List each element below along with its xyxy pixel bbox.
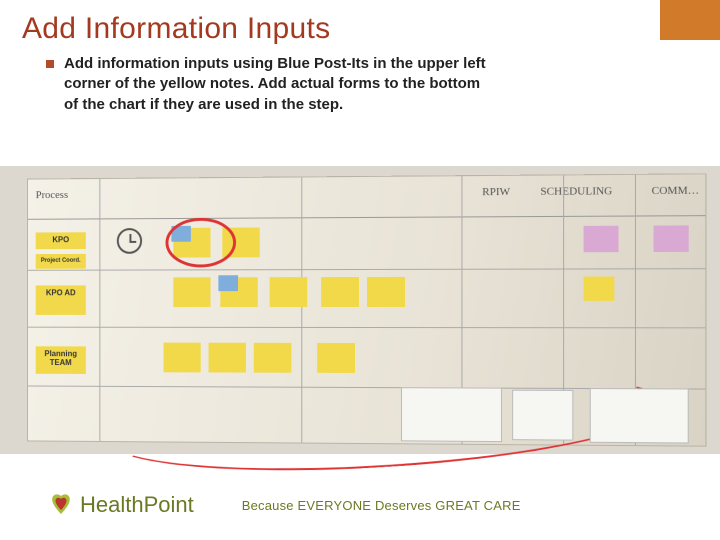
board-header-comm: COMM… <box>652 185 699 198</box>
sticky-note <box>584 277 615 301</box>
sticky-note <box>270 277 308 307</box>
logo-main: Health <box>80 492 144 517</box>
sticky-note <box>164 343 201 373</box>
whiteboard: Process RPIW SCHEDULING COMM… KPO Projec… <box>27 173 706 446</box>
bullet-item: Add information inputs using Blue Post-I… <box>46 54 660 115</box>
leaf-heart-icon <box>48 492 74 518</box>
board-header-rpiw: RPIW <box>482 186 510 198</box>
sticky-note <box>209 343 246 373</box>
pink-note <box>654 225 689 252</box>
board-header-scheduling: SCHEDULING <box>540 185 612 198</box>
red-swoosh-annotation <box>103 358 669 483</box>
sticky-note <box>317 343 355 373</box>
board-header-process: Process <box>36 189 68 201</box>
blue-note <box>218 275 238 291</box>
red-circle-annotation <box>165 218 236 268</box>
row-label-kpo: KPO <box>36 232 86 249</box>
bullet-square-icon <box>46 60 54 68</box>
clock-icon <box>117 228 142 254</box>
whiteboard-photo: Process RPIW SCHEDULING COMM… KPO Projec… <box>0 166 720 454</box>
bullet-list: Add information inputs using Blue Post-I… <box>0 52 720 123</box>
corner-accent <box>660 0 720 40</box>
tagline: Because EVERYONE Deserves GREAT CARE <box>242 498 521 513</box>
form-sheet <box>590 388 689 443</box>
sticky-note <box>254 343 292 373</box>
footer: HealthPoint Because EVERYONE Deserves GR… <box>0 470 720 540</box>
bullet-text: Add information inputs using Blue Post-I… <box>64 54 494 115</box>
pink-note <box>584 226 619 253</box>
sticky-note <box>367 277 405 307</box>
logo: HealthPoint <box>48 492 194 518</box>
row-label-kpo-sub: Project Coord. <box>36 254 86 268</box>
row-label-kpo-ad: KPO AD <box>36 285 86 315</box>
sticky-note <box>321 277 359 307</box>
sticky-note <box>173 277 210 307</box>
logo-text: HealthPoint <box>80 492 194 518</box>
logo-sub: Point <box>144 492 194 517</box>
row-label-planning: Planning TEAM <box>36 346 86 374</box>
form-sheet <box>401 387 502 442</box>
form-sheet <box>512 390 573 441</box>
slide-title: Add Information Inputs <box>0 0 720 52</box>
